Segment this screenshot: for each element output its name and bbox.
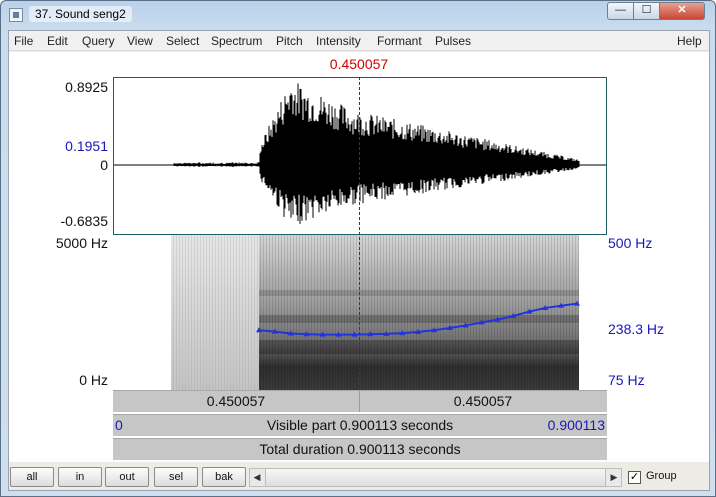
wave-ycursor-label: 0.1951 xyxy=(65,138,108,154)
waveform-panel[interactable] xyxy=(113,77,607,235)
visible-end-time: 0.900113 xyxy=(547,417,605,433)
group-label: Group xyxy=(646,470,677,482)
group-checkbox[interactable]: ✓ xyxy=(628,471,641,484)
spec-freq-top-label: 5000 Hz xyxy=(55,235,108,251)
app-icon xyxy=(9,8,23,22)
visible-start-time: 0 xyxy=(115,417,123,433)
menu-query[interactable]: Query xyxy=(82,34,115,48)
zoom-in-button[interactable]: in xyxy=(58,467,102,487)
spec-freq-bottom-label: 0 Hz xyxy=(79,372,108,388)
selection-time-bar[interactable]: 0.450057 0.450057 xyxy=(113,390,607,412)
maximize-button[interactable]: ☐ xyxy=(633,2,660,20)
selection-right-time: 0.450057 xyxy=(453,393,513,409)
total-duration-text: Total duration 0.900113 seconds xyxy=(259,441,461,457)
zoom-out-button[interactable]: out xyxy=(105,467,149,487)
wave-ymax-label: 0.8925 xyxy=(65,79,108,95)
visible-part-text: Visible part 0.900113 seconds xyxy=(266,417,454,433)
waveform-plot xyxy=(114,83,606,224)
minimize-button[interactable]: — xyxy=(607,2,634,20)
selection-left-time: 0.450057 xyxy=(206,393,266,409)
menu-pulses[interactable]: Pulses xyxy=(435,34,471,48)
menu-bar: File Edit Query View Select Spectrum Pit… xyxy=(9,31,709,51)
window-title: 37. Sound seng2 xyxy=(29,6,132,22)
close-button[interactable]: ✕ xyxy=(659,2,705,20)
total-duration-bar[interactable]: Total duration 0.900113 seconds xyxy=(113,438,607,460)
scroll-right-arrow-icon[interactable]: ▶ xyxy=(607,469,621,486)
menu-formant[interactable]: Formant xyxy=(377,34,422,48)
wave-yzero-label: 0 xyxy=(100,157,108,173)
spectrogram-panel[interactable] xyxy=(113,235,607,390)
time-scrollbar[interactable]: ◀ ▶ xyxy=(249,468,622,487)
menu-spectrum[interactable]: Spectrum xyxy=(211,34,262,48)
menu-view[interactable]: View xyxy=(127,34,153,48)
waveform-trace xyxy=(173,83,580,224)
wave-ymin-label: -0.6835 xyxy=(60,213,108,229)
pitch-bottom-label: 75 Hz xyxy=(608,372,645,388)
menu-select[interactable]: Select xyxy=(166,34,199,48)
menu-pitch[interactable]: Pitch xyxy=(276,34,303,48)
pitch-top-label: 500 Hz xyxy=(608,235,653,251)
cursor-time-label: 0.450057 xyxy=(329,56,389,72)
spectrogram-plot xyxy=(171,235,580,390)
pitch-cursor-label: 238.3 Hz xyxy=(608,321,665,337)
editor-drawing-area[interactable]: 0.450057 0.8925 0.1951 0 -0.6835 5000 Hz… xyxy=(9,52,709,462)
praat-sound-editor-window: 37. Sound seng2 — ☐ ✕ File Edit Query Vi… xyxy=(0,0,716,497)
editor-controls: all in out sel bak ◀ ▶ ✓ Group xyxy=(9,463,709,490)
visible-part-bar[interactable]: Visible part 0.900113 seconds 0 0.900113 xyxy=(113,414,607,436)
menu-intensity[interactable]: Intensity xyxy=(316,34,361,48)
zoom-back-button[interactable]: bak xyxy=(202,467,246,487)
menu-file[interactable]: File xyxy=(14,34,33,48)
zoom-all-button[interactable]: all xyxy=(10,467,54,487)
editor-client-area: File Edit Query View Select Spectrum Pit… xyxy=(8,30,710,491)
time-cursor-line xyxy=(359,77,360,390)
zoom-sel-button[interactable]: sel xyxy=(154,467,198,487)
menu-edit[interactable]: Edit xyxy=(47,34,68,48)
title-bar[interactable]: 37. Sound seng2 — ☐ ✕ xyxy=(1,1,715,29)
scroll-left-arrow-icon[interactable]: ◀ xyxy=(250,469,264,486)
menu-help[interactable]: Help xyxy=(677,34,702,48)
scroll-thumb[interactable] xyxy=(265,469,606,486)
